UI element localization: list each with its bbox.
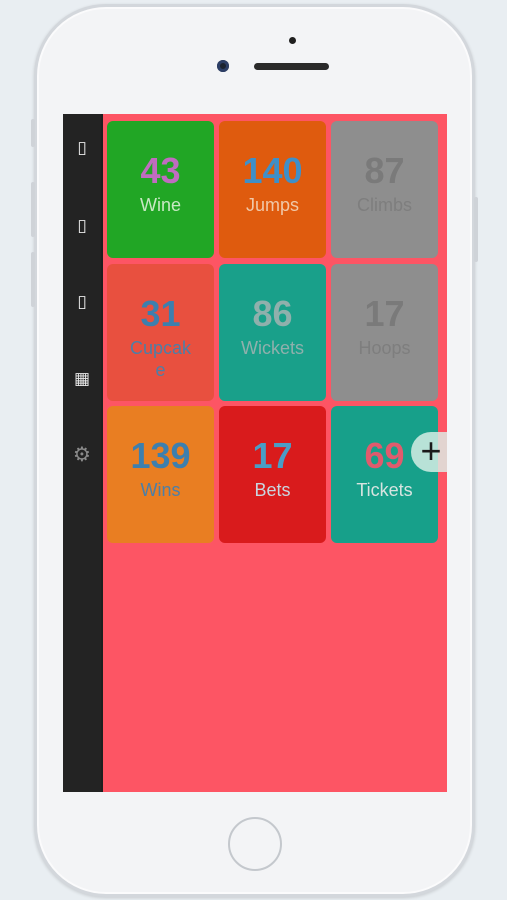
counter-tile[interactable]: 140 Jumps: [219, 121, 326, 258]
volume-down-button: [31, 252, 35, 307]
sidebar: ▯ ▯ ▯ ▦ ⚙: [63, 114, 101, 792]
app-screen: ▯ ▯ ▯ ▦ ⚙ 43 Wine 140 Jumps 87 Climbs 31…: [63, 114, 447, 792]
counter-value: 17: [252, 435, 293, 476]
volume-up-button: [31, 182, 35, 237]
counter-tile[interactable]: 139 Wins: [107, 406, 214, 543]
add-counter-button[interactable]: +: [411, 432, 447, 472]
page-icon: ▯: [77, 137, 87, 157]
sidebar-item-settings[interactable]: ⚙: [73, 444, 91, 466]
counter-tile[interactable]: 43 Wine: [107, 121, 214, 258]
page-icon: ▯: [77, 215, 87, 235]
counter-value: 140: [242, 150, 303, 191]
home-button[interactable]: [228, 817, 282, 871]
counter-label: Hoops: [358, 338, 411, 358]
counter-label: Climbs: [356, 195, 412, 215]
counter-value: 139: [130, 435, 191, 476]
counter-tile[interactable]: 87 Climbs: [331, 121, 438, 258]
counter-value: 17: [364, 293, 405, 334]
counter-label: Wins: [140, 480, 181, 500]
counter-grid: 43 Wine 140 Jumps 87 Climbs 31 Cupcake 8…: [103, 114, 447, 792]
counter-label: Wine: [139, 195, 181, 215]
sidebar-item-page-2[interactable]: ▯: [73, 214, 91, 236]
counter-label: Cupcake: [129, 338, 192, 380]
counter-tile[interactable]: 17 Bets: [219, 406, 326, 543]
counter-label: Wickets: [241, 338, 304, 358]
counter-value: 87: [364, 150, 405, 191]
mute-switch: [31, 119, 35, 147]
sidebar-item-calculator[interactable]: ▦: [73, 367, 91, 389]
power-button: [474, 197, 478, 262]
front-camera: [217, 60, 229, 72]
counter-tile[interactable]: 31 Cupcake: [107, 264, 214, 401]
sidebar-item-page-3[interactable]: ▯: [73, 290, 91, 312]
counter-value: 43: [140, 150, 181, 191]
counter-tile[interactable]: 69 Tickets: [331, 406, 438, 543]
counter-tile[interactable]: 17 Hoops: [331, 264, 438, 401]
counter-value: 31: [140, 293, 181, 334]
sidebar-item-page-1[interactable]: ▯: [73, 136, 91, 158]
calculator-icon: ▦: [73, 368, 91, 388]
counter-label: Jumps: [245, 195, 299, 215]
counter-tile[interactable]: 86 Wickets: [219, 264, 326, 401]
page-icon: ▯: [77, 291, 87, 311]
earpiece-speaker: [254, 63, 329, 70]
counter-label: Tickets: [356, 480, 413, 500]
proximity-sensor: [289, 37, 296, 44]
counter-value: 86: [252, 293, 293, 334]
counter-label: Bets: [254, 480, 291, 500]
gear-icon: ⚙: [73, 444, 91, 466]
